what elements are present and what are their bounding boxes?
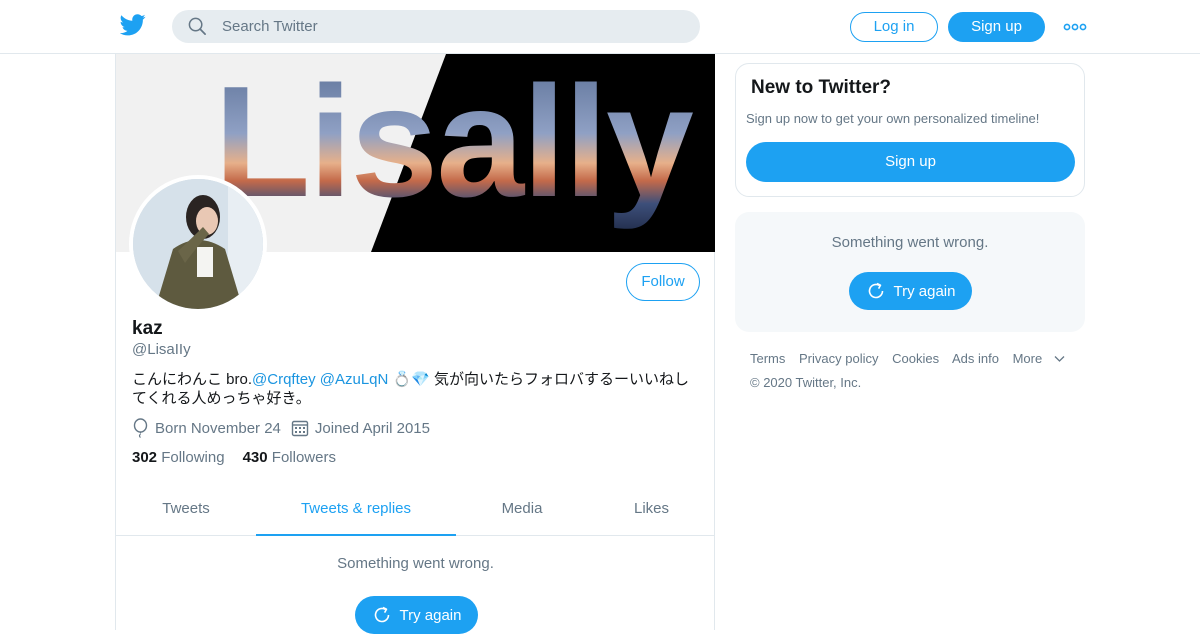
joined-item: Joined April 2015 [291,419,430,437]
top-bar: Log in Sign up [0,0,1200,54]
tab-tweets[interactable]: Tweets [116,485,256,536]
sidebar-error-message: Something went wrong. [831,234,989,251]
tab-media[interactable]: Media [456,485,588,536]
born-text: Born November 24 [155,419,281,437]
tab-tweets-replies[interactable]: Tweets & replies [256,485,456,536]
calendar-icon [291,420,309,437]
login-button[interactable]: Log in [850,12,938,42]
followers-label: Followers [271,449,336,466]
birthday-item: Born November 24 [132,418,281,438]
avatar-image [133,179,263,309]
try-again-label: Try again [399,606,462,624]
refresh-icon [868,282,883,299]
sidebar-try-again-button[interactable]: Try again [849,272,972,310]
profile-handle: @LisaIIy [132,341,191,358]
refresh-icon [374,606,389,623]
avatar[interactable] [129,175,267,313]
footer-link-ads-info[interactable]: Ads info [952,351,999,366]
bio-mention-link[interactable]: @AzuLqN [320,371,389,388]
search-input[interactable] [222,10,682,43]
footer-link-privacy[interactable]: Privacy policy [799,351,878,366]
sidebar-footer: Terms Privacy policy Cookies Ads info Mo… [750,351,1080,390]
follow-button[interactable]: Follow [626,263,700,301]
following-label: Following [161,449,225,466]
sidebar-error-card: Something went wrong. Try again [735,212,1085,332]
chevron-down-icon [1054,356,1065,362]
joined-text: Joined April 2015 [314,419,430,437]
followers-link[interactable]: 430 Followers [243,449,336,466]
search-box[interactable] [172,10,700,43]
footer-link-more[interactable]: More [1013,351,1066,366]
sidebar-signup-button[interactable]: Sign up [746,142,1075,182]
profile-meta: Born November 24 Joined April 2015 [132,418,440,438]
profile-column: Lisally Follow kaz @LisaIIy こんにわんこ bro.@… [115,54,715,634]
try-again-button[interactable]: Try again [355,596,478,634]
more-dots-icon[interactable] [1063,17,1087,37]
more-label: More [1012,351,1043,366]
following-count: 302 [132,449,158,466]
following-link[interactable]: 302 Following [132,449,225,466]
bio-text: こんにわんこ bro. [132,371,253,388]
profile-tabs: Tweets Tweets & replies Media Likes [116,485,715,536]
footer-link-cookies[interactable]: Cookies [892,351,939,366]
new-to-twitter-title: New to Twitter? [751,77,892,98]
try-again-label: Try again [893,282,956,300]
copyright: © 2020 Twitter, Inc. [750,375,862,390]
banner-text: Lisally [214,54,694,230]
new-to-twitter-subtitle: Sign up now to get your own personalized… [746,111,1040,126]
profile-name: kaz [132,318,163,339]
profile-stats: 302 Following 430 Followers [132,449,354,466]
search-icon [188,17,206,35]
followers-count: 430 [242,449,268,466]
bio-mention-link[interactable]: @Crqftey [252,371,316,388]
balloon-icon [133,418,148,438]
signup-button[interactable]: Sign up [948,12,1045,42]
profile-bio: こんにわんこ bro.@Crqftey @AzuLqN 💍💎 気が向いたらフォロ… [132,370,702,408]
new-to-twitter-card: New to Twitter? Sign up now to get your … [735,63,1085,197]
twitter-bird-icon[interactable] [120,14,146,36]
footer-link-terms[interactable]: Terms [750,351,785,366]
footer-links: Terms Privacy policy Cookies Ads info Mo… [750,351,1080,366]
timeline-error-message: Something went wrong. [337,555,494,572]
tab-likes[interactable]: Likes [588,485,715,536]
